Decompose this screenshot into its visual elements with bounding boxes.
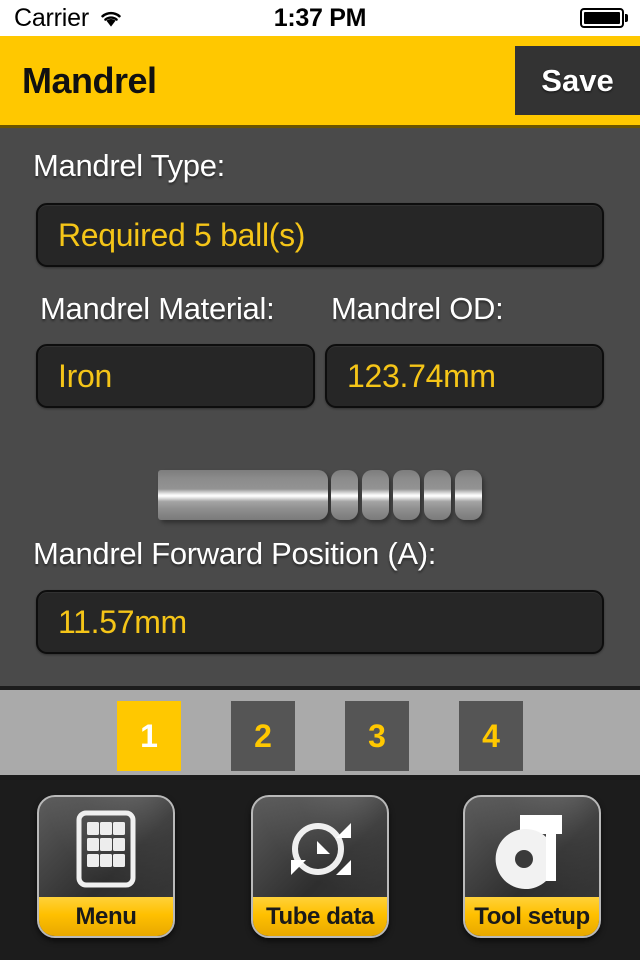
mandrel-od-field[interactable]: 123.74mm — [325, 344, 604, 408]
clock-label: 1:37 PM — [273, 3, 367, 32]
mandrel-ball-graphic — [424, 470, 451, 520]
mandrel-ball-graphic — [393, 470, 420, 520]
mandrel-type-label: Mandrel Type: — [33, 148, 225, 183]
mandrel-ball-graphic — [455, 470, 482, 520]
menu-label-bar: Menu — [39, 897, 173, 936]
tool-setup-label: Tool setup — [474, 902, 590, 930]
tube-data-label: Tube data — [266, 902, 374, 930]
tool-setup-button[interactable]: Tool setup — [463, 795, 601, 938]
status-bar: Carrier 1:37 PM — [0, 0, 640, 36]
save-button[interactable]: Save — [515, 46, 640, 115]
mandrel-ball-graphic — [331, 470, 358, 520]
mandrel-material-value: Iron — [58, 357, 112, 394]
mandrel-forward-position-field[interactable]: 11.57mm — [36, 590, 604, 654]
mandrel-type-value: Required 5 ball(s) — [58, 216, 306, 253]
mandrel-od-label: Mandrel OD: — [331, 291, 504, 326]
tool-setup-label-bar: Tool setup — [465, 897, 599, 936]
battery-full-icon — [579, 8, 628, 28]
page-tab-1[interactable]: 1 — [117, 701, 181, 771]
mandrel-shaft-graphic — [158, 470, 328, 520]
menu-label: Menu — [75, 902, 137, 930]
app-root: Carrier 1:37 PM Mandrel Save Mandrel Typ… — [0, 0, 640, 960]
page-tab-2[interactable]: 2 — [231, 701, 295, 771]
page-title: Mandrel — [22, 59, 157, 101]
grid-menu-icon — [39, 797, 173, 901]
menu-button[interactable]: Menu — [37, 795, 175, 938]
mandrel-forward-position-value: 11.57mm — [58, 603, 187, 640]
mandrel-forward-position-label: Mandrel Forward Position (A): — [33, 536, 437, 571]
mandrel-material-field[interactable]: Iron — [36, 344, 315, 408]
bend-die-tooling-icon — [465, 797, 599, 901]
mandrel-od-value: 123.74mm — [347, 357, 496, 394]
bottom-toolbar: Menu Tube data Tool setup — [0, 775, 640, 960]
page-tab-3[interactable]: 3 — [345, 701, 409, 771]
mandrel-type-field[interactable]: Required 5 ball(s) — [36, 203, 604, 267]
page-tab-4[interactable]: 4 — [459, 701, 523, 771]
mandrel-assembly-illustration — [155, 464, 490, 526]
mandrel-ball-graphic — [362, 470, 389, 520]
tube-data-button[interactable]: Tube data — [251, 795, 389, 938]
tube-data-label-bar: Tube data — [253, 897, 387, 936]
tube-circle-arrows-icon — [253, 797, 387, 901]
mandrel-form: Mandrel Type: Required 5 ball(s) Mandrel… — [0, 131, 640, 686]
mandrel-material-label: Mandrel Material: — [40, 291, 275, 326]
page-tab-strip: 1 2 3 4 — [0, 686, 640, 775]
navigation-bar: Mandrel Save — [0, 36, 640, 128]
